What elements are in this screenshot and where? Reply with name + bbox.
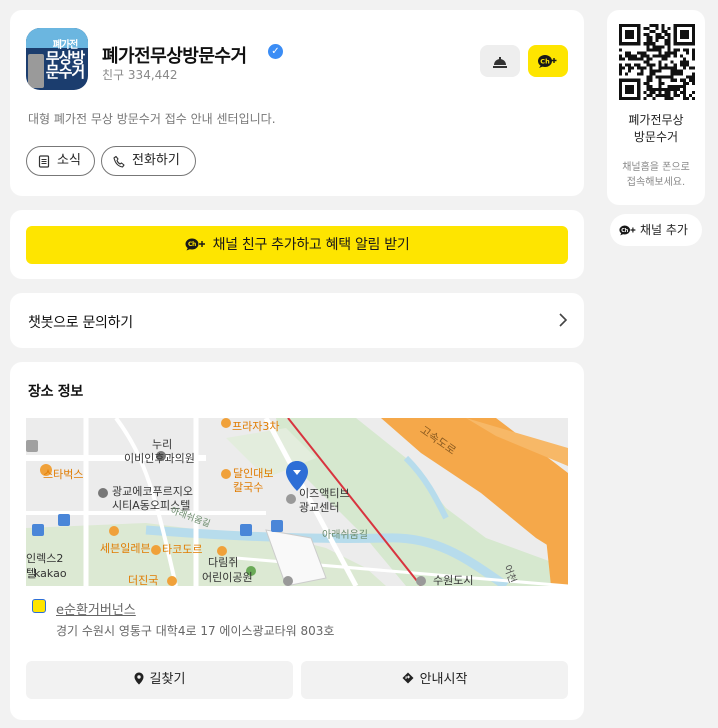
map-label-seven: 세븐일레븐 — [100, 542, 151, 555]
channel-add-icon: Ch — [538, 55, 557, 68]
start-navigation-label: 안내시작 — [419, 672, 468, 687]
avatar-main-text: 무상방문수거 — [45, 49, 85, 81]
friend-count: 친구 334,442 — [102, 66, 178, 83]
qr-card: 폐가전무상방문수거 채널홈을 폰으로접속해보세요. — [607, 10, 705, 205]
map-label-clinic-2: 이비인후과의원 — [124, 452, 195, 465]
add-friend-label: 채널 친구 추가하고 혜택 알림 받기 — [212, 237, 410, 253]
alarm-bell-icon — [493, 57, 507, 68]
avatar-text: 폐가전 무상방문수거 — [44, 34, 86, 81]
place-info-card: 장소 정보 프라자3차 누리 이비인후과의원 스타벅스 달인대보 칼국수 광교에… — [10, 362, 584, 720]
map-label-road-1: 아래쉬움길 — [322, 530, 368, 541]
start-navigation-button[interactable]: 안내시작 — [301, 661, 568, 699]
friend-count-label: 친구 — [102, 68, 125, 82]
qr-name-line-2: 방문수거 — [633, 130, 679, 144]
call-button[interactable]: 전화하기 — [101, 146, 196, 176]
add-friend-card: Ch 채널 친구 추가하고 혜택 알림 받기 — [10, 210, 584, 279]
channel-avatar[interactable]: 폐가전 무상방문수거 — [26, 28, 88, 90]
address-pin-icon — [32, 599, 46, 613]
map-pin-icon — [134, 672, 144, 684]
profile-card: 폐가전 무상방문수거 폐가전무상방문수거 ✓ 친구 334,442 Ch 대형 폐… — [10, 10, 584, 196]
map-label-thejin: 더진국 — [128, 574, 159, 586]
map-label-plaza: 프라자3차 — [232, 420, 280, 433]
channel-description: 대형 폐가전 무상 방문수거 접수 안내 센터입니다. — [28, 112, 276, 126]
news-label: 소식 — [57, 153, 81, 168]
chatbot-label: 챗봇으로 문의하기 — [28, 315, 133, 331]
qr-hint-line-2: 접속해보세요. — [626, 177, 686, 188]
qr-hint: 채널홈을 폰으로접속해보세요. — [607, 160, 705, 190]
navigation-icon — [402, 672, 414, 684]
map-canvas — [26, 418, 568, 586]
map-label-kakao: kakao — [34, 567, 67, 580]
qr-channel-name: 폐가전무상방문수거 — [607, 112, 705, 146]
find-route-button[interactable]: 길찾기 — [26, 661, 293, 699]
channel-name: 폐가전무상방문수거 — [102, 46, 247, 67]
verified-badge-icon: ✓ — [268, 44, 283, 59]
qr-code — [619, 24, 695, 100]
ch-badge-text: Ch — [188, 241, 196, 248]
side-channel-add-button[interactable]: Ch 채널 추가 — [610, 214, 702, 246]
side-channel-add-label: 채널 추가 — [640, 223, 688, 237]
location-map[interactable]: 프라자3차 누리 이비인후과의원 스타벅스 달인대보 칼국수 광교에코푸르지오 … — [26, 418, 568, 586]
alarm-button[interactable] — [480, 45, 520, 77]
map-label-complex-1: 인렉스2 — [26, 552, 64, 565]
call-label: 전화하기 — [132, 153, 180, 168]
map-label-darim-1: 다림쥐 — [208, 556, 239, 569]
news-button[interactable]: 소식 — [26, 146, 95, 176]
chevron-right-icon — [559, 313, 568, 327]
ch-badge-text: Ch — [540, 57, 550, 65]
channel-add-button[interactable]: Ch — [528, 45, 568, 77]
channel-add-icon: Ch — [185, 238, 205, 250]
map-label-darim-2: 어린이공원 — [202, 571, 253, 584]
place-title: 장소 정보 — [28, 384, 83, 400]
map-label-pin-2: 광교센터 — [299, 501, 340, 514]
map-label-tako: 타코도르 — [162, 543, 203, 556]
phone-icon — [113, 155, 125, 168]
qr-name-line-1: 폐가전무상 — [628, 113, 684, 127]
find-route-label: 길찾기 — [149, 672, 186, 687]
address-text: 경기 수원시 영통구 대학4로 17 에이스광교타워 803호 — [56, 624, 335, 638]
map-label-starbucks: 스타벅스 — [43, 468, 84, 481]
channel-add-icon: Ch — [619, 225, 636, 236]
news-doc-icon — [38, 155, 50, 168]
avatar-appliance — [28, 54, 44, 88]
map-label-dalin-2: 칼국수 — [233, 481, 264, 494]
friend-count-value: 334,442 — [127, 68, 178, 82]
qr-hint-line-1: 채널홈을 폰으로 — [622, 162, 690, 173]
chatbot-row[interactable]: 챗봇으로 문의하기 — [10, 293, 584, 348]
ch-badge-text: Ch — [621, 228, 629, 234]
map-label-suwon: 수원도시 — [433, 574, 474, 586]
add-friend-button[interactable]: Ch 채널 친구 추가하고 혜택 알림 받기 — [26, 226, 568, 264]
business-name-link[interactable]: e순환거버넌스 — [56, 599, 136, 618]
